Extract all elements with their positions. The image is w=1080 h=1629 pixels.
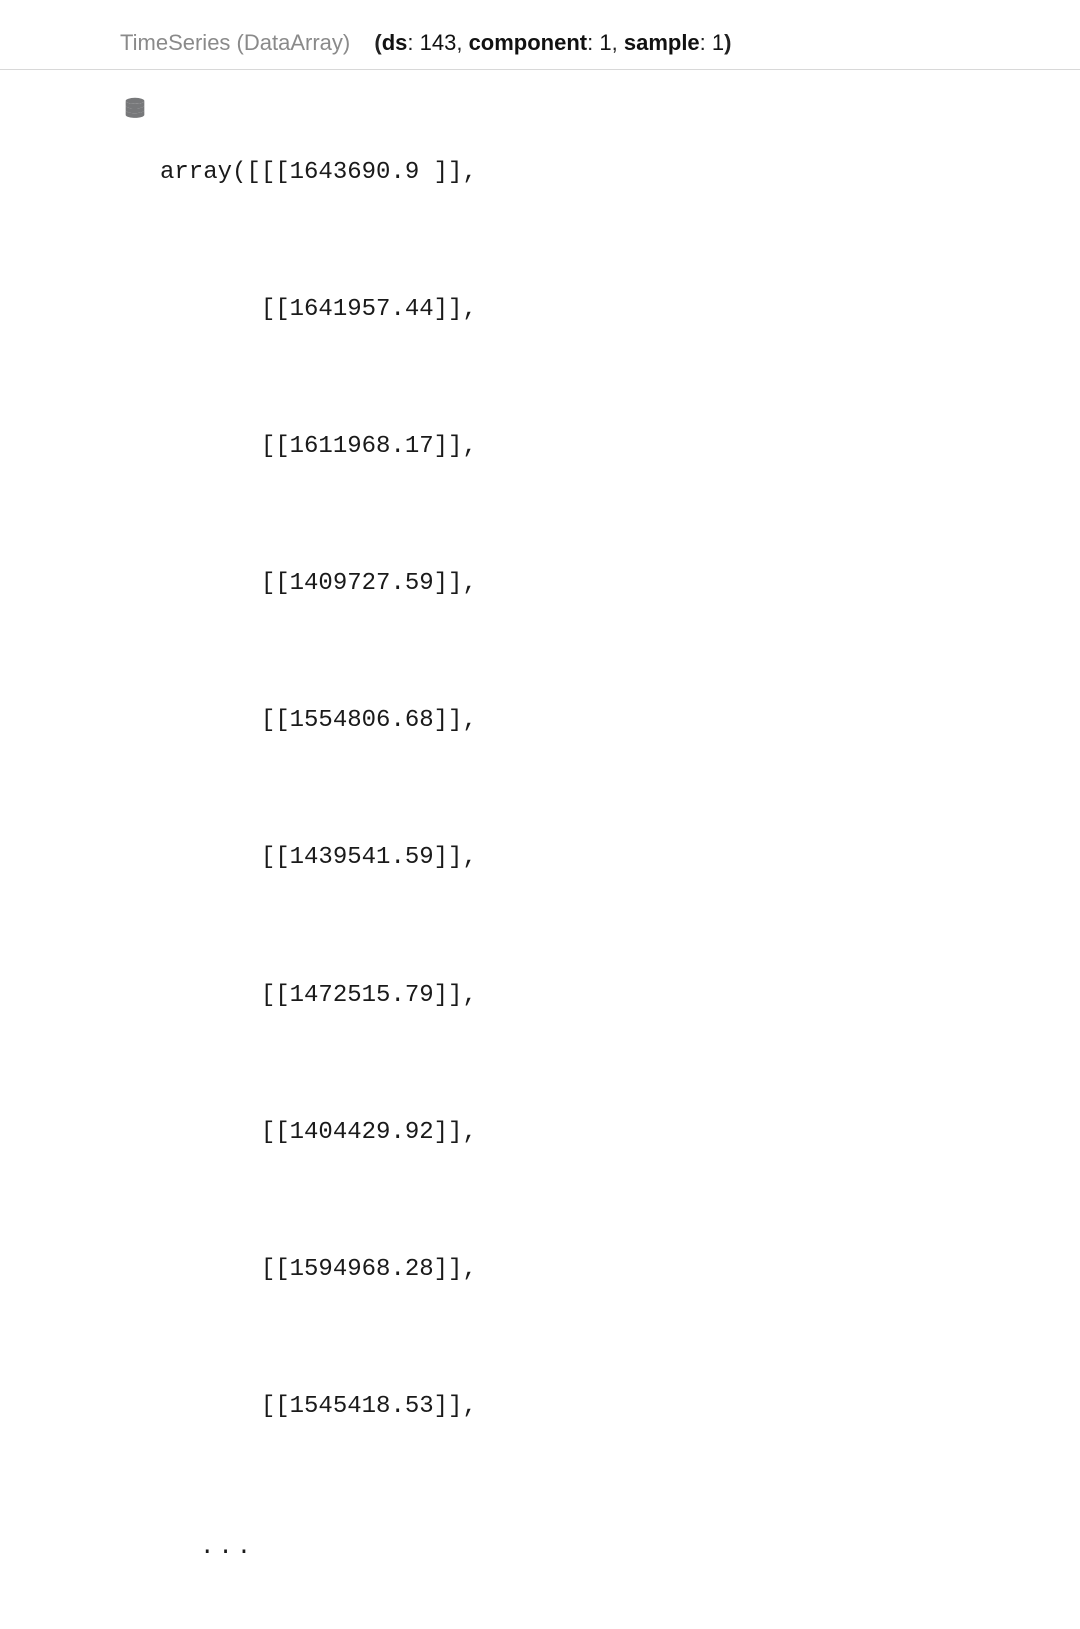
array-value: 1472515.79 — [290, 982, 434, 1009]
array-row: [[1611968.17]], — [160, 431, 477, 463]
array-value: 1641957.44 — [290, 296, 434, 323]
array-value: 1611968.17 — [290, 433, 434, 460]
array-row: array([[[1643690.9 ]], — [160, 157, 477, 189]
dataarray-type-label: TimeSeries (DataArray) — [120, 30, 350, 55]
array-ellipsis: ... — [160, 1528, 477, 1564]
array-row-close: ]], — [434, 159, 477, 186]
dim-sep-0: , — [456, 30, 468, 55]
array-value: 1409727.59 — [290, 570, 434, 597]
dim-colon-2: : — [700, 30, 712, 55]
array-value: 1404429.92 — [290, 1119, 434, 1146]
array-row: [[1641957.44]], — [160, 294, 477, 326]
dims-open-paren: ( — [374, 30, 381, 55]
array-value: 1439541.59 — [290, 844, 434, 871]
array-row: [[1545418.53]], — [160, 1391, 477, 1423]
database-icon[interactable] — [120, 94, 150, 124]
array-value: 1643690.9 — [290, 159, 434, 186]
dim-name-2: sample — [624, 30, 700, 55]
array-block: array([[[1643690.9 ]], [[1641957.44]], [… — [160, 92, 477, 1629]
dim-sep-1: , — [612, 30, 624, 55]
dim-value-2: 1 — [712, 30, 724, 55]
dim-name-1: component — [469, 30, 588, 55]
array-row: [[1439541.59]], — [160, 842, 477, 874]
array-row: [[1409727.59]], — [160, 568, 477, 600]
array-row: [[1472515.79]], — [160, 980, 477, 1012]
array-row: [[1594968.28]], — [160, 1254, 477, 1286]
dim-value-0: 143 — [420, 30, 457, 55]
array-row: [[1404429.92]], — [160, 1117, 477, 1149]
dim-value-1: 1 — [599, 30, 611, 55]
dataarray-dims: (ds: 143, component: 1, sample: 1) — [374, 30, 731, 55]
array-row: [[1554806.68]], — [160, 705, 477, 737]
array-open: array([[[ — [160, 159, 290, 186]
dataarray-content: array([[[1643690.9 ]], [[1641957.44]], [… — [0, 70, 1080, 1629]
array-value: 1545418.53 — [290, 1393, 434, 1420]
dim-colon-0: : — [407, 30, 419, 55]
dim-colon-1: : — [587, 30, 599, 55]
dim-name-0: ds — [382, 30, 408, 55]
array-value: 1594968.28 — [290, 1256, 434, 1283]
dims-close-paren: ) — [724, 30, 731, 55]
dataarray-header: TimeSeries (DataArray) (ds: 143, compone… — [0, 20, 1080, 70]
array-value: 1554806.68 — [290, 707, 434, 734]
dataarray-repr: TimeSeries (DataArray) (ds: 143, compone… — [0, 20, 1080, 1629]
